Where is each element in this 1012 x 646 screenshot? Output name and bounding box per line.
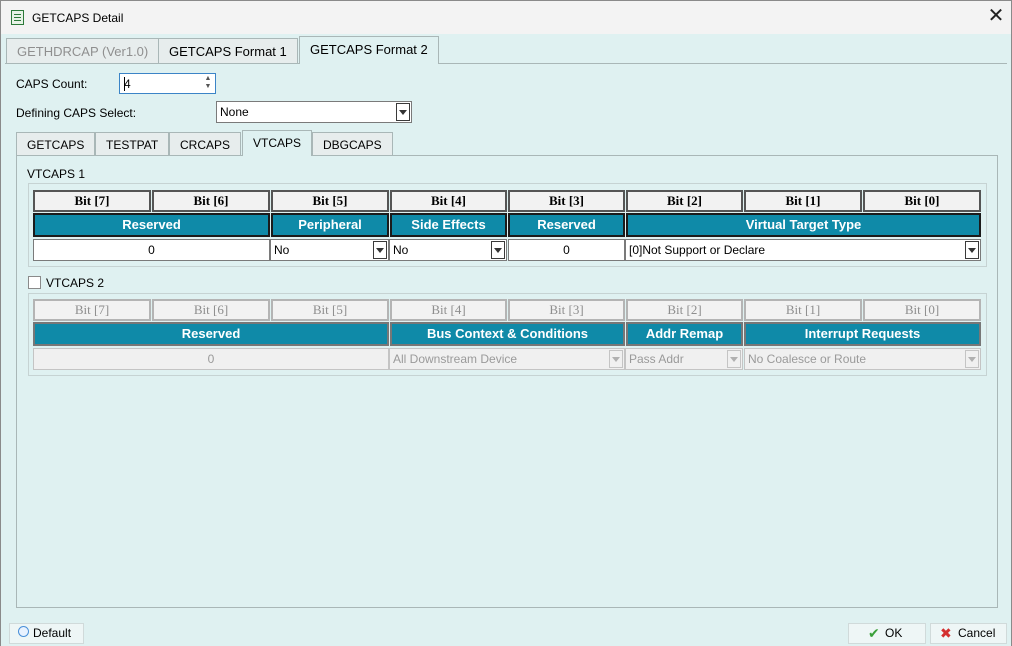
field-header-reserved: Reserved — [33, 213, 270, 237]
spinner-arrows[interactable]: ▲ ▼ — [202, 75, 214, 92]
bit-label: Bit [3] — [508, 299, 625, 321]
tab-crcaps[interactable]: CRCAPS — [169, 132, 242, 155]
chevron-down-icon[interactable] — [396, 103, 410, 121]
field-header-reserved-2: Reserved — [508, 213, 625, 237]
field-header-addr-remap: Addr Remap — [626, 322, 743, 346]
virtual-target-type-select[interactable]: [0]Not Support or Declare — [625, 239, 981, 261]
vtcaps2-reserved-field: 0 — [33, 348, 389, 370]
title-bar: GETCAPS Detail ✕ — [1, 1, 1011, 34]
bit-label: Bit [0] — [863, 299, 981, 321]
close-icon[interactable]: ✕ — [987, 6, 1005, 26]
bit-label: Bit [4] — [390, 190, 507, 212]
bit-label: Bit [3] — [508, 190, 625, 212]
chevron-down-icon — [609, 350, 623, 368]
spin-down-icon[interactable]: ▼ — [202, 83, 214, 91]
bit-label: Bit [2] — [626, 299, 743, 321]
vtcaps1-title: VTCAPS 1 — [27, 167, 86, 181]
bit-label: Bit [5] — [271, 299, 389, 321]
tab-getcaps[interactable]: GETCAPS — [16, 132, 96, 155]
reserved-value-field[interactable]: 0 — [33, 239, 270, 261]
default-radio-icon — [18, 626, 29, 637]
addr-remap-select: Pass Addr — [625, 348, 743, 370]
tab-divider — [5, 63, 1007, 64]
caps-count-spinner[interactable]: 4 ▲ ▼ — [119, 73, 216, 94]
tab-gethdrcap[interactable]: GETHDRCAP (Ver1.0) — [6, 38, 160, 63]
tab-getcaps-format-1[interactable]: GETCAPS Format 1 — [158, 38, 298, 63]
chevron-down-icon — [965, 350, 979, 368]
bit-label: Bit [0] — [863, 190, 981, 212]
document-icon — [11, 10, 24, 25]
caps-count-label: CAPS Count: — [16, 77, 88, 91]
bus-context-select: All Downstream Device — [389, 348, 625, 370]
bit-label: Bit [4] — [390, 299, 507, 321]
reserved-2-value-field[interactable]: 0 — [508, 239, 625, 261]
caps-count-value: 4 — [124, 77, 131, 91]
field-header-peripheral: Peripheral — [271, 213, 389, 237]
bit-label: Bit [7] — [33, 190, 151, 212]
text-caret — [124, 77, 125, 91]
chevron-down-icon[interactable] — [373, 241, 387, 259]
cross-icon: ✖ — [940, 625, 952, 641]
side-effects-select[interactable]: No — [389, 239, 507, 261]
chevron-down-icon[interactable] — [491, 241, 505, 259]
peripheral-select[interactable]: No — [270, 239, 389, 261]
chevron-down-icon — [727, 350, 741, 368]
chevron-down-icon[interactable] — [965, 241, 979, 259]
field-header-reserved: Reserved — [33, 322, 389, 346]
bit-label: Bit [7] — [33, 299, 151, 321]
bit-label: Bit [6] — [152, 190, 270, 212]
bit-label: Bit [5] — [271, 190, 389, 212]
bit-label: Bit [6] — [152, 299, 270, 321]
tab-vtcaps[interactable]: VTCAPS — [242, 130, 313, 156]
spin-up-icon[interactable]: ▲ — [202, 75, 214, 83]
ok-button[interactable]: OK — [848, 623, 926, 644]
dialog-window: GETCAPS Detail ✕ GETHDRCAP (Ver1.0) GETC… — [0, 0, 1012, 646]
checkmark-icon: ✔ — [868, 625, 880, 641]
field-header-side-effects: Side Effects — [390, 213, 507, 237]
defining-caps-label: Defining CAPS Select: — [16, 106, 137, 120]
field-header-virtual-target-type: Virtual Target Type — [626, 213, 981, 237]
vtcaps2-checkbox[interactable] — [28, 276, 41, 289]
interrupt-requests-select: No Coalesce or Route — [744, 348, 981, 370]
tab-testpat[interactable]: TESTPAT — [95, 132, 170, 155]
bit-label: Bit [1] — [744, 190, 862, 212]
field-header-bus-context: Bus Context & Conditions — [390, 322, 625, 346]
window-title: GETCAPS Detail — [32, 11, 124, 25]
bit-label: Bit [1] — [744, 299, 862, 321]
tab-getcaps-format-2[interactable]: GETCAPS Format 2 — [299, 36, 439, 64]
field-header-interrupt-requests: Interrupt Requests — [744, 322, 981, 346]
vtcaps2-title: VTCAPS 2 — [46, 276, 105, 290]
defining-caps-select[interactable]: None — [216, 101, 412, 123]
bit-label: Bit [2] — [626, 190, 743, 212]
tab-dbgcaps[interactable]: DBGCAPS — [312, 132, 393, 155]
